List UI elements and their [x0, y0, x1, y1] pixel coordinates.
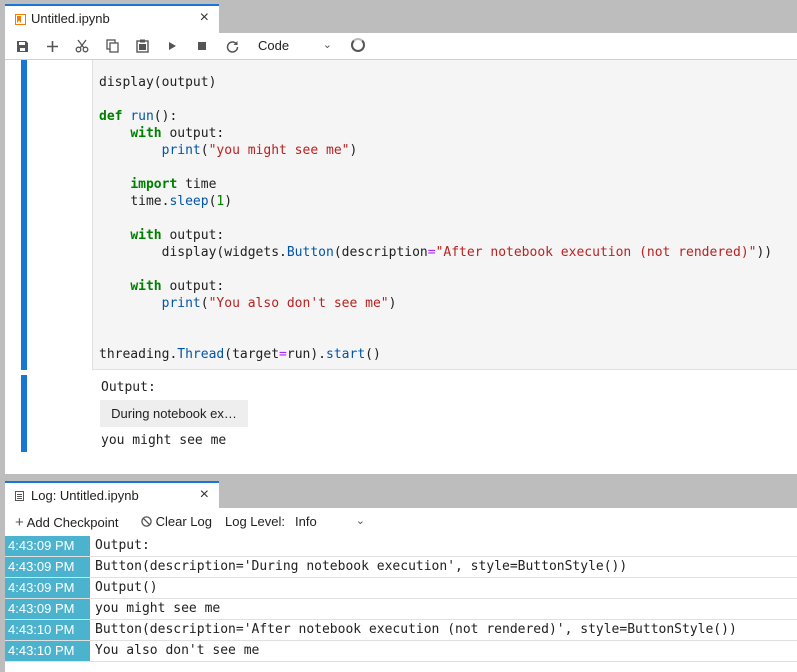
chevron-down-icon: ⌄: [322, 39, 332, 51]
log-tab-bar: Log: Untitled.ipynb ×: [0, 478, 797, 510]
widget-button[interactable]: During notebook ex…: [100, 400, 248, 427]
notebook-toolbar: Code ⌄: [5, 33, 797, 60]
code-line: import time: [130, 177, 217, 192]
log-timestamp: 4:43:09 PM: [5, 557, 90, 577]
log-panel: + Add Checkpoint Clear Log Log Level: In…: [5, 508, 797, 672]
log-message: Button(description='During notebook exec…: [95, 559, 628, 574]
cell-type-select[interactable]: Code ⌄: [252, 36, 338, 56]
code-line: print("you might see me"): [161, 143, 358, 158]
notebook-tab[interactable]: Untitled.ipynb ×: [5, 4, 219, 33]
save-icon[interactable]: [12, 36, 32, 56]
clear-log-button[interactable]: Clear Log: [141, 514, 212, 529]
code-line: with output:: [130, 279, 225, 294]
log-tab-title: Log: Untitled.ipynb: [31, 488, 139, 503]
log-message: You also don't see me: [95, 643, 260, 658]
log-level-value: Info: [295, 514, 317, 529]
code-line: display(output): [99, 75, 217, 90]
stop-icon[interactable]: [192, 36, 212, 56]
log-timestamp: 4:43:09 PM: [5, 599, 90, 619]
log-row: 4:43:09 PM you might see me: [5, 599, 797, 620]
log-row: 4:43:09 PM Output:: [5, 536, 797, 557]
log-timestamp: 4:43:09 PM: [5, 536, 90, 556]
log-message: Output(): [95, 580, 158, 595]
log-toolbar: + Add Checkpoint Clear Log Log Level: In…: [5, 508, 797, 535]
output-label: Output:: [101, 380, 156, 395]
log-message: Output:: [95, 538, 150, 553]
cell-type-value: Code: [258, 38, 290, 53]
plus-icon: +: [15, 514, 24, 531]
add-checkpoint-button[interactable]: + Add Checkpoint: [15, 514, 118, 531]
log-timestamp: 4:43:09 PM: [5, 578, 90, 598]
log-timestamp: 4:43:10 PM: [5, 641, 90, 661]
log-row: 4:43:10 PM You also don't see me: [5, 641, 797, 662]
code-cell-collapser[interactable]: [21, 60, 27, 370]
log-level-label: Log Level:: [225, 514, 285, 529]
code-editor[interactable]: display(output) def run(): with output: …: [92, 60, 797, 370]
kernel-status-icon: [351, 38, 365, 52]
log-message: Button(description='After notebook execu…: [95, 622, 737, 637]
code-line: with output:: [130, 228, 225, 243]
code-cell[interactable]: display(output) def run(): with output: …: [5, 60, 797, 372]
notebook-tab-title: Untitled.ipynb: [31, 11, 110, 26]
notebook-icon: [15, 14, 26, 25]
code-line: threading.Thread(target=run).start(): [99, 347, 381, 362]
code-line: display(widgets.Button(description="Afte…: [161, 245, 773, 260]
notebook-panel: Code ⌄ display(output) def run(): with o…: [5, 33, 797, 474]
log-icon: [15, 491, 24, 501]
code-line: print("You also don't see me"): [161, 296, 397, 311]
cut-icon[interactable]: [72, 36, 92, 56]
add-cell-icon[interactable]: [42, 36, 62, 56]
add-checkpoint-label: Add Checkpoint: [26, 515, 119, 530]
close-icon[interactable]: ×: [200, 9, 209, 27]
close-icon[interactable]: ×: [200, 486, 209, 504]
code-line: def run():: [99, 109, 178, 124]
notebook-tab-bar: Untitled.ipynb ×: [0, 0, 797, 33]
paste-icon[interactable]: [132, 36, 152, 56]
log-row: 4:43:09 PM Button(description='During no…: [5, 557, 797, 578]
log-message: you might see me: [95, 601, 221, 616]
clear-log-label: Clear Log: [155, 514, 212, 529]
log-timestamp: 4:43:10 PM: [5, 620, 90, 640]
output-text: you might see me: [101, 433, 227, 448]
code-line: time.sleep(1): [130, 194, 233, 209]
chevron-down-icon: ⌄: [355, 515, 365, 527]
copy-icon[interactable]: [102, 36, 122, 56]
output-area: Output: During notebook ex… you might se…: [5, 375, 797, 455]
restart-icon[interactable]: [222, 36, 242, 56]
log-tab[interactable]: Log: Untitled.ipynb ×: [5, 481, 219, 510]
output-collapser[interactable]: [21, 375, 27, 452]
log-row: 4:43:10 PM Button(description='After not…: [5, 620, 797, 641]
log-level-select[interactable]: Info ⌄: [295, 514, 365, 529]
code-line: with output:: [130, 126, 225, 141]
log-row: 4:43:09 PM Output(): [5, 578, 797, 599]
clear-icon: [141, 516, 152, 527]
run-icon[interactable]: [162, 36, 182, 56]
